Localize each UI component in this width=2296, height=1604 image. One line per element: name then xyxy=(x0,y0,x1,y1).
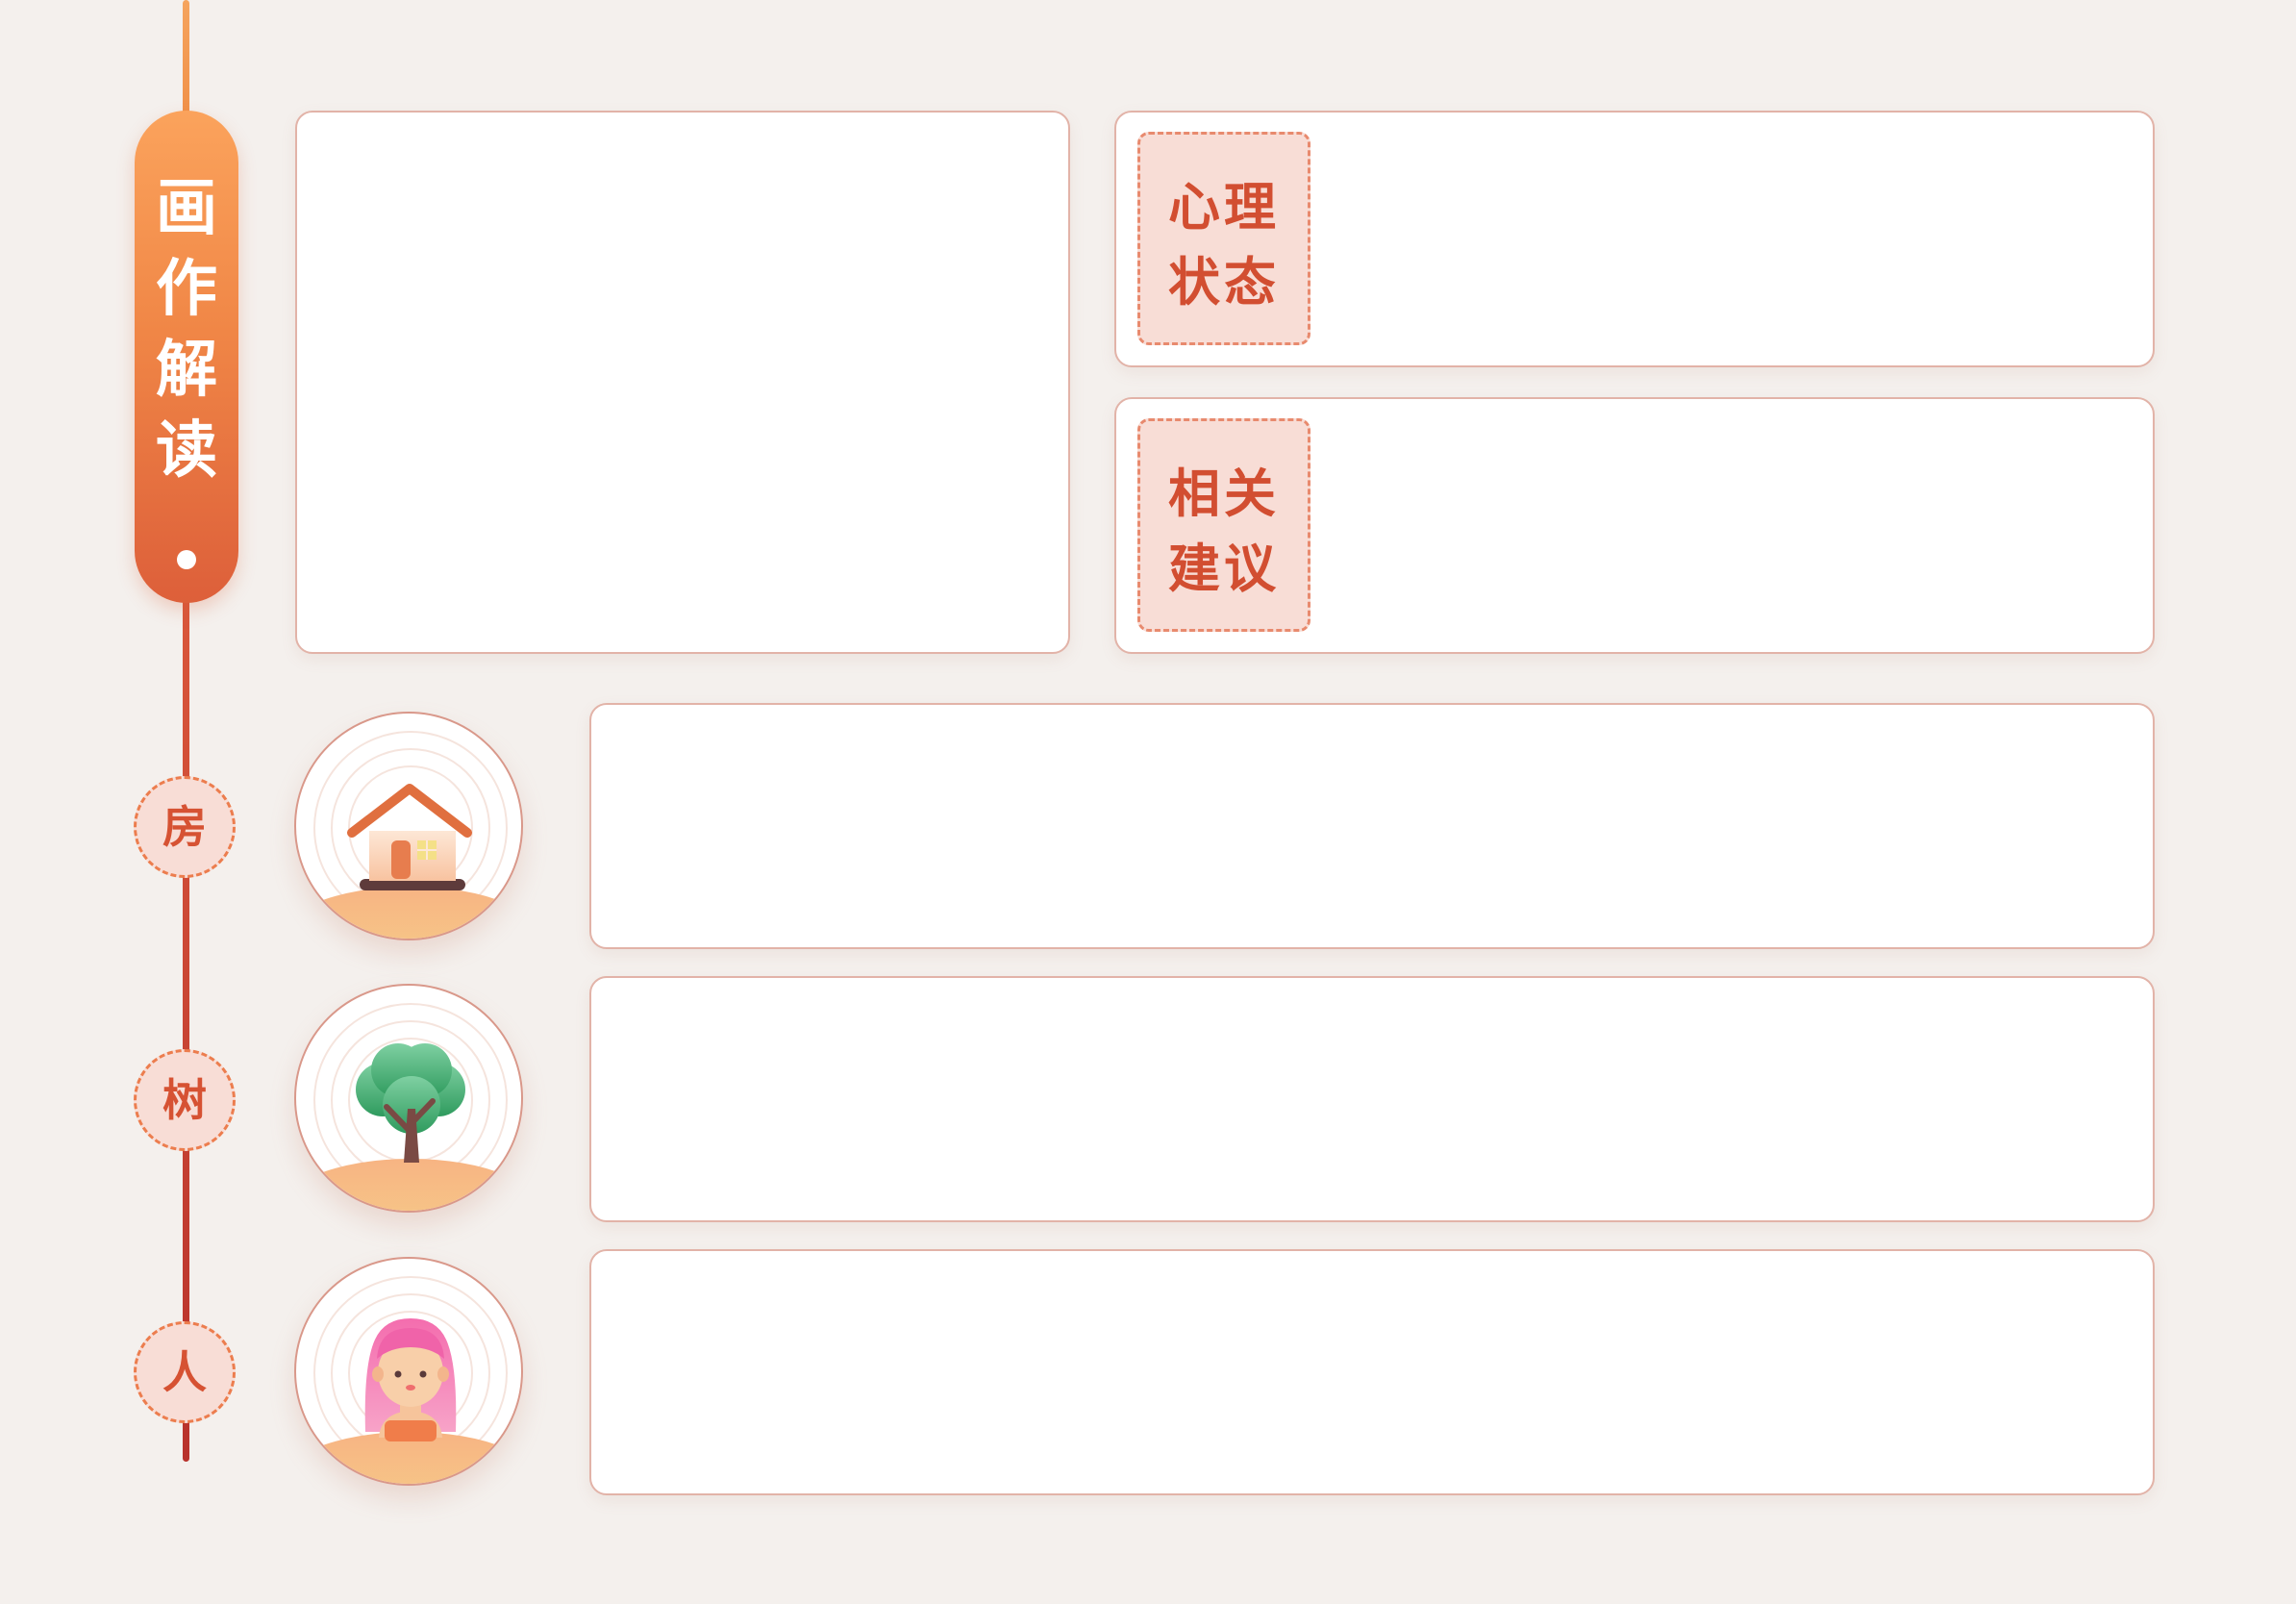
tree-interpretation-card[interactable] xyxy=(589,976,2155,1222)
section-icon-circle-house xyxy=(294,712,523,940)
advice-label-line2: 建议 xyxy=(1168,538,1280,599)
tree-icon xyxy=(296,1003,521,1211)
title-pill: 画 作 解 读 xyxy=(135,111,238,603)
person-icon xyxy=(296,1276,521,1484)
title-char-2: 作 xyxy=(156,253,217,325)
psych-state-tag: 心理 状态 xyxy=(1137,132,1310,345)
advice-card[interactable]: 相关 建议 xyxy=(1114,397,2155,654)
person-interpretation-card[interactable] xyxy=(589,1249,2155,1495)
title-char-3: 解 xyxy=(156,334,217,406)
title-char-1: 画 xyxy=(156,172,217,244)
psych-state-label-line1: 心理 xyxy=(1168,176,1280,238)
drawing-interpretation-page: 画 作 解 读 心理 状态 相关 建议 房 树 人 xyxy=(0,0,2296,1604)
section-icon-circle-person xyxy=(294,1257,523,1486)
house-interpretation-card[interactable] xyxy=(589,703,2155,949)
timeline-line-top xyxy=(183,0,189,120)
title-dot xyxy=(177,550,196,569)
psych-state-label-line2: 状态 xyxy=(1168,251,1280,313)
section-icon-circle-tree xyxy=(294,984,523,1213)
house-icon xyxy=(296,731,521,939)
section-node-person: 人 xyxy=(134,1321,236,1423)
advice-tag: 相关 建议 xyxy=(1137,418,1310,632)
page-title: 画 作 解 读 xyxy=(135,168,238,491)
title-char-4: 读 xyxy=(156,414,217,487)
section-node-tree: 树 xyxy=(134,1049,236,1151)
drawing-image-card[interactable] xyxy=(295,111,1070,654)
psych-state-card[interactable]: 心理 状态 xyxy=(1114,111,2155,367)
advice-label-line1: 相关 xyxy=(1168,463,1280,524)
section-node-house: 房 xyxy=(134,776,236,878)
